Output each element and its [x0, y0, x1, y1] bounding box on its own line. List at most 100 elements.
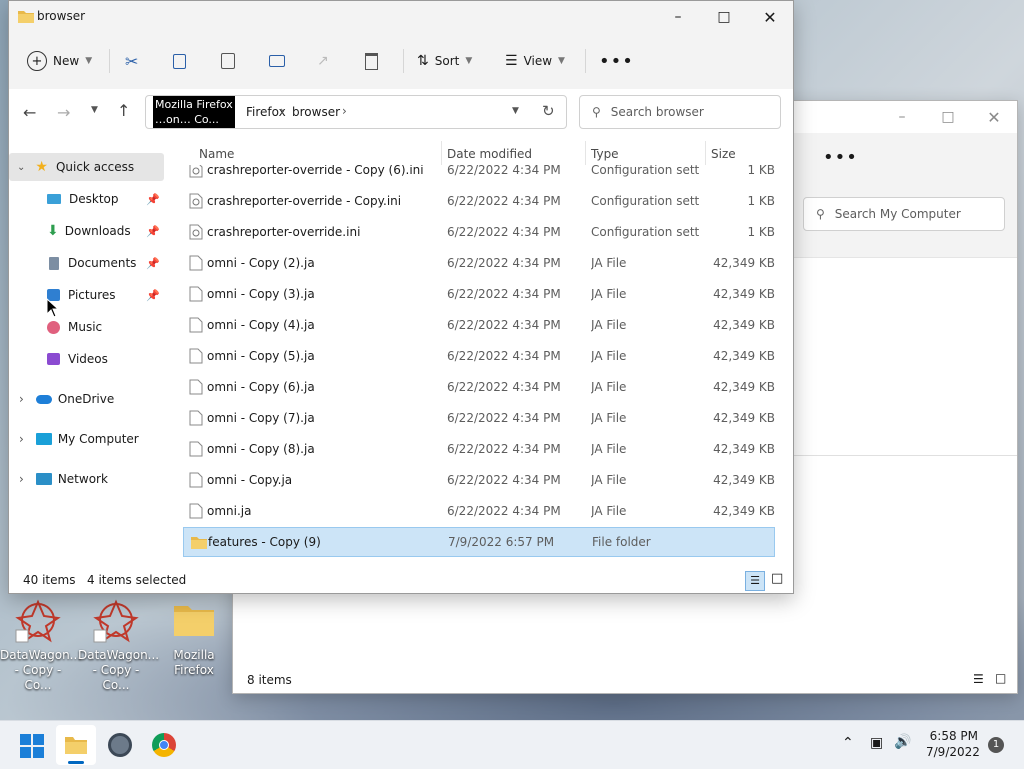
sidebar-item-pictures[interactable]: Pictures 📌: [9, 281, 164, 309]
window-title: browser: [37, 9, 86, 23]
share-icon: ↗: [317, 53, 329, 69]
close-button[interactable]: ✕: [971, 101, 1017, 133]
sidebar-item-network[interactable]: › Network: [9, 465, 164, 493]
forward-arrow-icon[interactable]: →: [57, 103, 70, 122]
volume-icon[interactable]: 🔊: [894, 734, 911, 750]
search-placeholder: Search browser: [610, 105, 704, 119]
desktop-icon-label: Firefox: [174, 663, 214, 677]
see-more-button[interactable]: •••: [599, 45, 634, 77]
pin-icon[interactable]: 📌: [146, 193, 160, 206]
details-view-icon[interactable]: ☰: [745, 571, 765, 591]
sidebar-item-desktop[interactable]: Desktop 📌: [9, 185, 164, 213]
search-box[interactable]: ⚲ Search browser: [579, 95, 781, 129]
file-name: crashreporter-override - Copy (6).ini: [207, 163, 424, 177]
pin-icon[interactable]: 📌: [146, 289, 160, 302]
file-type: JA File: [591, 287, 627, 301]
refresh-icon[interactable]: ↻: [542, 102, 555, 120]
address-history-chevron-icon[interactable]: ▼: [512, 106, 519, 116]
file-date: 6/22/2022 4:34 PM: [447, 256, 561, 270]
paste-button[interactable]: [221, 45, 235, 77]
copy-button[interactable]: [173, 45, 186, 77]
file-type: JA File: [591, 318, 627, 332]
table-row[interactable]: crashreporter-override - Copy.ini 6/22/20…: [183, 186, 775, 216]
desktop-icon-mozilla-firefox[interactable]: Mozilla Firefox: [156, 596, 232, 678]
table-row[interactable]: omni - Copy.ja 6/22/2022 4:34 PM JA File 42…: [183, 465, 775, 495]
sidebar-item-label: Network: [57, 472, 108, 486]
share-button[interactable]: ↗: [317, 45, 329, 77]
sidebar-item-downloads[interactable]: ⬇ Downloads 📌: [9, 217, 164, 245]
column-header-type[interactable]: Type: [591, 147, 619, 161]
close-button[interactable]: ✕: [747, 1, 793, 33]
details-view-icon[interactable]: ☰: [973, 672, 984, 686]
sidebar-item-my-computer[interactable]: › My Computer: [9, 425, 164, 453]
desktop-icon-datawagon-1[interactable]: DataWagon... - Copy - Co...: [0, 596, 81, 693]
search-box[interactable]: ⚲ Search My Computer: [803, 197, 1005, 231]
table-row[interactable]: omni - Copy (2).ja 6/22/2022 4:34 PM JA Fi…: [183, 248, 775, 278]
chevron-right-icon: ›: [19, 392, 24, 406]
folder-icon: [191, 537, 207, 549]
file-name: omni - Copy.ja: [207, 473, 293, 487]
sidebar-item-label: OneDrive: [57, 392, 115, 406]
maximize-button[interactable]: □: [925, 101, 971, 133]
clock-date[interactable]: 7/9/2022: [926, 745, 980, 759]
selected-count: 4 items selected: [87, 573, 187, 587]
chrome-icon[interactable]: [152, 733, 176, 757]
table-row[interactable]: omni - Copy (7).ja 6/22/2022 4:34 PM JA Fi…: [183, 403, 775, 433]
column-header-name[interactable]: Name: [199, 147, 234, 161]
file-type: JA File: [591, 504, 627, 518]
videos-icon: [47, 353, 60, 365]
delete-button[interactable]: [365, 45, 378, 77]
table-row[interactable]: omni - Copy (6).ja 6/22/2022 4:34 PM JA Fi…: [183, 372, 775, 402]
table-row[interactable]: omni - Copy (3).ja 6/22/2022 4:34 PM JA Fi…: [183, 279, 775, 309]
table-row[interactable]: omni - Copy (5).ja 6/22/2022 4:34 PM JA Fi…: [183, 341, 775, 371]
maximize-button[interactable]: □: [701, 1, 747, 33]
file-date: 6/22/2022 4:34 PM: [447, 504, 561, 518]
table-row[interactable]: omni.ja 6/22/2022 4:34 PM JA File 42,349 KB: [183, 496, 775, 526]
sidebar-item-label: Desktop: [69, 192, 119, 206]
show-hidden-icons-chevron-icon[interactable]: ⌃: [842, 735, 854, 751]
up-arrow-icon[interactable]: ↑: [117, 101, 130, 120]
more-options-icon[interactable]: •••: [823, 147, 858, 168]
pin-icon[interactable]: 📌: [146, 225, 160, 238]
sidebar-item-videos[interactable]: Videos: [9, 345, 164, 373]
pin-icon[interactable]: 📌: [146, 257, 160, 270]
view-button[interactable]: ☰ View ▼: [505, 45, 565, 77]
column-header-date[interactable]: Date modified: [447, 147, 532, 161]
network-status-icon[interactable]: ▣: [870, 735, 883, 751]
file-icon: [189, 255, 203, 271]
drag-tooltip: Mozilla Firefox …on… Co...: [153, 96, 235, 128]
search-icon: ⚲: [592, 105, 601, 119]
new-button[interactable]: + New ▼: [27, 45, 92, 77]
file-date: 6/22/2022 4:34 PM: [447, 318, 561, 332]
table-row[interactable]: omni - Copy (4).ja 6/22/2022 4:34 PM JA Fi…: [183, 310, 775, 340]
sidebar-item-onedrive[interactable]: › OneDrive: [9, 385, 164, 413]
back-arrow-icon[interactable]: ←: [23, 103, 36, 122]
column-header-size[interactable]: Size: [711, 147, 736, 161]
tiles-view-icon[interactable]: □: [771, 571, 783, 586]
recent-locations-chevron-icon[interactable]: ▼: [91, 105, 98, 115]
sidebar-item-quick-access[interactable]: ⌄ ★ Quick access: [9, 153, 164, 181]
settings-gear-icon[interactable]: [108, 733, 132, 757]
minimize-button[interactable]: –: [655, 1, 701, 33]
breadcrumb-current[interactable]: browser: [292, 105, 340, 119]
table-row[interactable]: omni - Copy (8).ja 6/22/2022 4:34 PM JA Fi…: [183, 434, 775, 464]
file-name: features - Copy (9): [208, 535, 321, 549]
divider: [705, 141, 706, 165]
notification-badge[interactable]: 1: [988, 737, 1004, 753]
status-bar: 40 items 4 items selected ☰ □: [9, 569, 793, 593]
cut-button[interactable]: ✂: [125, 45, 138, 77]
rename-button[interactable]: [269, 45, 285, 77]
sort-button[interactable]: ⇅ Sort ▼: [417, 45, 472, 77]
minimize-button[interactable]: –: [879, 101, 925, 133]
clock-time[interactable]: 6:58 PM: [926, 729, 978, 743]
file-name: omni - Copy (6).ja: [207, 380, 315, 394]
start-button[interactable]: [20, 734, 44, 758]
tiles-view-icon[interactable]: □: [995, 671, 1006, 685]
sidebar-item-music[interactable]: Music: [9, 313, 164, 341]
taskbar-file-explorer[interactable]: [56, 725, 96, 765]
desktop-icon-datawagon-2[interactable]: DataWagon... - Copy - Co...: [78, 596, 159, 693]
table-row-selected[interactable]: features - Copy (9) 7/9/2022 6:57 PM File …: [183, 527, 775, 557]
file-date: 6/22/2022 4:34 PM: [447, 163, 561, 177]
table-row[interactable]: crashreporter-override.ini 6/22/2022 4:34…: [183, 217, 775, 247]
sidebar-item-documents[interactable]: Documents 📌: [9, 249, 164, 277]
